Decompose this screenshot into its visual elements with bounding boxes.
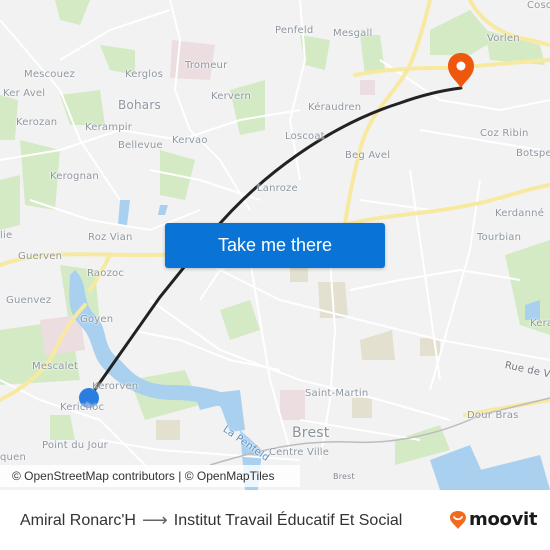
place-label: Centre Ville [269, 447, 330, 458]
place-label: Kerichoc [60, 402, 105, 413]
moovit-logo[interactable]: moovit [449, 509, 538, 530]
place-label: Kerorven [92, 381, 139, 392]
place-label: Goyen [80, 314, 114, 325]
place-label: Mescalet [32, 361, 79, 372]
osm-attribution-link[interactable]: © OpenStreetMap contributors [12, 469, 175, 483]
place-label: Kervern [211, 91, 252, 102]
place-label: Mesgall [333, 28, 373, 39]
place-label: Bellevue [118, 140, 163, 151]
place-label: Tromeur [185, 60, 228, 71]
place-label: Kera [530, 318, 550, 329]
map-view[interactable]: Penfeld Mesgall Coso Vorlen Mescouez Kerglos T… [0, 0, 550, 490]
place-label: Bohars [118, 98, 161, 112]
place-label: lie [0, 230, 13, 241]
place-label: Loscoat [285, 131, 325, 142]
place-label: Kéraudren [308, 102, 362, 113]
place-label: Brest [292, 425, 330, 441]
openmaptiles-attribution-link[interactable]: © OpenMapTiles [185, 469, 275, 483]
take-me-there-button[interactable]: Take me there [165, 223, 385, 268]
arrow-right-icon: ⟶ [141, 510, 168, 530]
place-label: Kerozan [16, 117, 58, 128]
place-label: Guenvez [6, 295, 52, 306]
origin-name: Amiral Ronarc'H [20, 511, 136, 529]
place-label: Botspe [516, 148, 550, 159]
place-label: Kerognan [50, 171, 99, 182]
moovit-wordmark: moovit [469, 509, 538, 530]
moovit-pin-icon [450, 510, 466, 529]
map-attribution: © OpenStreetMap contributors | © OpenMap… [0, 465, 300, 487]
place-label: Tourbian [477, 232, 522, 243]
destination-pin-icon[interactable] [448, 53, 474, 88]
place-label: Kerampir [85, 122, 133, 133]
place-label: Saint-Martin [305, 388, 369, 399]
place-label: Vorlen [487, 33, 520, 44]
route-summary: Amiral Ronarc'H ⟶ Institut Travail Éduca… [20, 510, 402, 531]
place-label: Raozoc [87, 268, 125, 279]
place-label: Dour Bras [467, 410, 519, 421]
place-label: Beg Avel [345, 150, 391, 161]
place-label: Kerdanné [495, 208, 545, 219]
place-label: Kervao [172, 135, 208, 146]
place-label: Coz Ribin [480, 128, 529, 139]
place-label: Coso [527, 0, 550, 11]
place-label: Point du Jour [42, 440, 108, 451]
place-label: quen [0, 452, 26, 463]
place-label: Kerglos [125, 69, 164, 80]
place-label: Penfeld [275, 25, 314, 36]
place-label: Ker Avel [3, 88, 46, 99]
place-label: Lanroze [257, 183, 298, 194]
place-label: Guerven [18, 251, 63, 262]
footer-bar: Amiral Ronarc'H ⟶ Institut Travail Éduca… [0, 490, 550, 550]
place-label: Roz Vian [88, 232, 133, 243]
destination-name: Institut Travail Éducatif Et Social [173, 511, 403, 529]
place-label: Brest [333, 472, 355, 481]
attribution-separator: | [174, 469, 185, 483]
place-label: Mescouez [24, 69, 75, 80]
